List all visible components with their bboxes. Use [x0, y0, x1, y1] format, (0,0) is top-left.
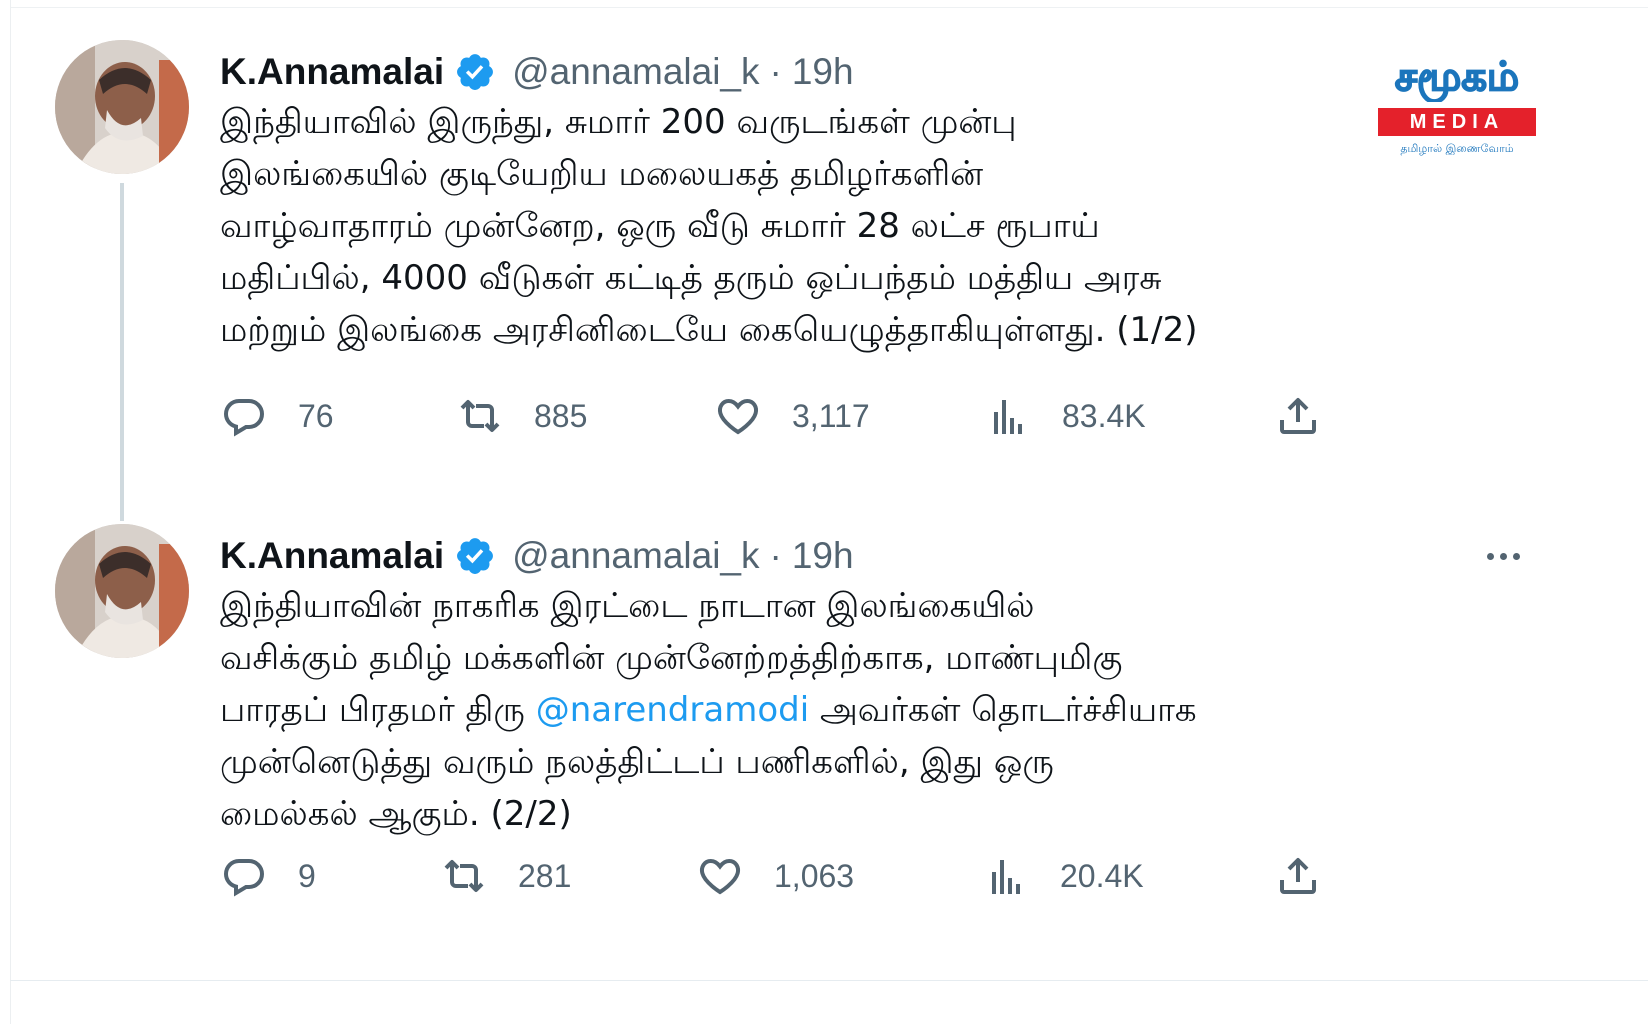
tweet-header: K.Annamalai @annamalai_k · 19h — [220, 48, 854, 96]
author-name[interactable]: K.Annamalai — [220, 535, 444, 577]
reply-icon — [220, 392, 268, 440]
author-name[interactable]: K.Annamalai — [220, 51, 444, 93]
tweet-text: இந்தியாவின் நாகரிக இரட்டை நாடான இலங்கையி… — [220, 580, 1600, 840]
reply-button[interactable]: 9 — [220, 848, 316, 904]
like-button[interactable]: 1,063 — [696, 848, 854, 904]
tweet-text-line: வாழ்வாதாரம் முன்னேற, ஒரு வீடு சுமார் 28 … — [220, 206, 1100, 246]
tweet-text-line: மைல்கல் ஆகும். (2/2) — [220, 794, 572, 834]
tweet-timestamp[interactable]: 19h — [792, 535, 854, 577]
author-handle[interactable]: @annamalai_k — [512, 535, 759, 577]
share-button[interactable] — [1274, 388, 1322, 444]
header-separator: · — [769, 535, 782, 576]
like-button[interactable]: 3,117 — [714, 388, 870, 444]
view-count: 83.4K — [1062, 397, 1146, 434]
view-count: 20.4K — [1060, 857, 1144, 894]
tweet-timestamp[interactable]: 19h — [792, 51, 854, 93]
retweet-icon — [440, 852, 488, 900]
retweet-count: 885 — [534, 397, 588, 434]
share-button[interactable] — [1274, 848, 1322, 904]
logo-brand-mark: சமூகம் — [1374, 46, 1540, 102]
thread-connector-line — [120, 183, 124, 521]
heart-icon — [696, 852, 744, 900]
timeline-bottom-border — [10, 980, 1648, 981]
views-button[interactable]: 20.4K — [982, 848, 1144, 904]
tweet-text-line: மற்றும் இலங்கை அரசினிடையே கையெழுத்தாகியு… — [220, 310, 1198, 350]
tweet-header: K.Annamalai @annamalai_k · 19h — [220, 532, 854, 580]
like-count: 3,117 — [792, 397, 870, 434]
views-button[interactable]: 83.4K — [984, 388, 1146, 444]
share-icon — [1274, 392, 1322, 440]
author-avatar[interactable] — [55, 40, 189, 174]
tweet-text-line: வசிக்கும் தமிழ் மக்களின் முன்னேற்றத்திற்… — [220, 638, 1123, 678]
like-count: 1,063 — [774, 857, 855, 894]
retweet-count: 281 — [518, 857, 572, 894]
share-icon — [1274, 852, 1322, 900]
reply-button[interactable]: 76 — [220, 388, 334, 444]
tweet-actions: 9 281 1,063 20.4K — [220, 848, 1360, 904]
more-dot-icon — [1486, 552, 1494, 560]
reply-count: 76 — [298, 397, 334, 434]
tweet-text-segment: பாரதப் பிரதமர் திரு — [220, 690, 536, 730]
retweet-button[interactable]: 281 — [440, 848, 571, 904]
header-separator: · — [769, 51, 782, 92]
tweet-text-line: பாரதப் பிரதமர் திரு @narendramodi அவர்கள… — [220, 684, 1600, 736]
analytics-icon — [984, 392, 1032, 440]
retweet-icon — [456, 392, 504, 440]
tweet-2[interactable]: K.Annamalai @annamalai_k · 19h இந்தியாவி… — [10, 500, 1648, 975]
tweet-text-line: முன்னெடுத்து வரும் நலத்திட்டப் பணிகளில்,… — [220, 742, 1054, 782]
more-dot-icon — [1512, 552, 1520, 560]
tweet-text-line: மதிப்பில், 4000 வீடுகள் கட்டித் தரும் ஒப… — [220, 258, 1162, 298]
mention-link[interactable]: @narendramodi — [536, 690, 809, 730]
logo-media-banner: MEDIA — [1378, 108, 1536, 136]
tweet-actions: 76 885 3,117 83.4K — [220, 388, 1360, 444]
logo-tagline: தமிழால் இணைவோம் — [1400, 142, 1514, 155]
tweet-text-line: இந்தியாவின் நாகரிக இரட்டை நாடான இலங்கையி… — [220, 586, 1035, 626]
more-dot-icon — [1499, 552, 1507, 560]
verified-badge-icon — [454, 535, 496, 577]
heart-icon — [714, 392, 762, 440]
tweet-text-segment: அவர்கள் தொடர்ச்சியாக — [809, 690, 1197, 730]
analytics-icon — [982, 852, 1030, 900]
retweet-button[interactable]: 885 — [456, 388, 587, 444]
author-handle[interactable]: @annamalai_k — [512, 51, 759, 93]
more-options-button[interactable] — [1478, 532, 1528, 580]
reply-icon — [220, 852, 268, 900]
reply-count: 9 — [298, 857, 316, 894]
logo-brand-text: சமூகம் — [1395, 54, 1519, 102]
timeline-top-border — [10, 0, 1648, 8]
media-watermark-logo: சமூகம் MEDIA தமிழால் இணைவோம் — [1372, 46, 1542, 166]
author-avatar[interactable] — [55, 524, 189, 658]
verified-badge-icon — [454, 51, 496, 93]
